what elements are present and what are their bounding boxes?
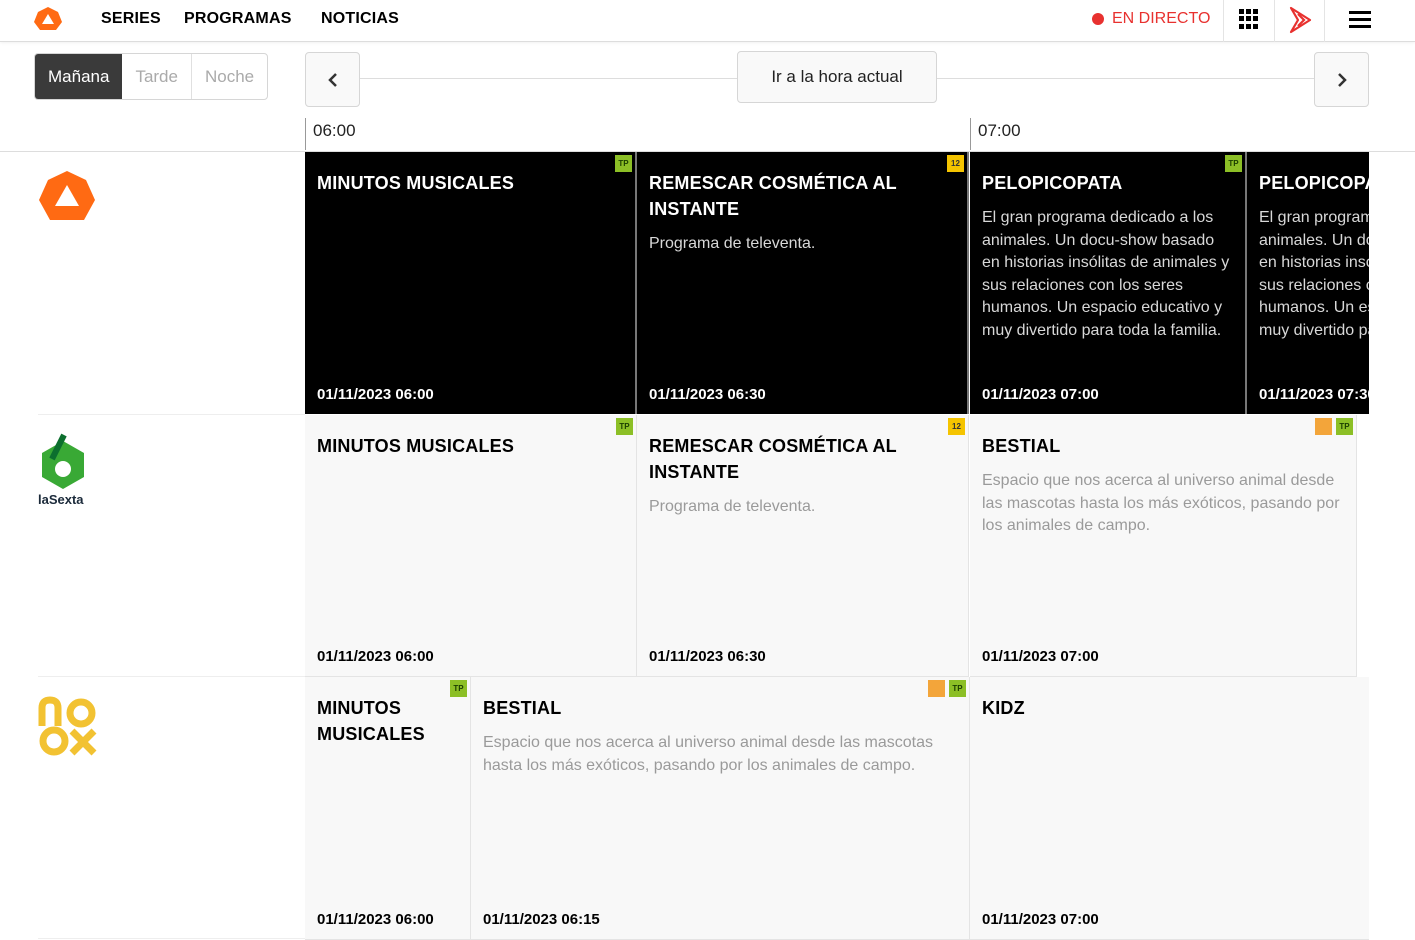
hand-warning-icon xyxy=(928,680,945,697)
rating-tp-badge: TP xyxy=(1225,155,1242,172)
program-description: Espacio que nos acerca al universo anima… xyxy=(483,734,934,774)
hand-warning-icon xyxy=(1315,418,1332,435)
program-card[interactable]: 12 REMESCAR COSMÉTICA AL INSTANTE Progra… xyxy=(637,415,969,677)
rating-tp-badge: TP xyxy=(616,418,633,435)
chevron-right-icon xyxy=(1337,72,1347,87)
lasexta-six-icon xyxy=(42,433,84,489)
divider xyxy=(1274,0,1275,42)
nav-programas[interactable]: PROGRAMAS xyxy=(184,10,292,28)
program-card[interactable]: TP MINUTOS MUSICALES 01/11/2023 06:00 xyxy=(305,415,637,677)
program-time: 01/11/2023 06:00 xyxy=(317,911,434,928)
apps-grid-icon[interactable] xyxy=(1239,9,1259,29)
program-title: PELOPICOPATA xyxy=(982,173,1123,193)
rating-tp-badge: TP xyxy=(1336,418,1353,435)
neox-channel-logo[interactable] xyxy=(38,696,98,758)
program-card[interactable]: TP BESTIAL Espacio que nos acerca al uni… xyxy=(970,415,1357,677)
current-time-button[interactable]: Ir a la hora actual xyxy=(737,51,937,103)
program-title: BESTIAL xyxy=(483,698,562,718)
lasexta-logo-text: laSexta xyxy=(38,492,84,507)
program-time: 01/11/2023 06:30 xyxy=(649,386,766,403)
rating-12-badge: 12 xyxy=(947,155,964,172)
live-dot-icon xyxy=(1092,13,1104,25)
program-description: El gran programa dedicado a los animales… xyxy=(982,209,1230,339)
nav-series[interactable]: SERIES xyxy=(101,10,161,28)
program-description: Programa de televenta. xyxy=(649,235,816,252)
atresplayer-icon[interactable] xyxy=(1287,6,1313,34)
program-card[interactable]: TP MINUTOS MUSICALES 01/11/2023 06:00 xyxy=(305,677,471,940)
program-title: MINUTOS MUSICALES xyxy=(317,698,425,744)
row-divider xyxy=(38,938,305,939)
program-title: KIDZ xyxy=(982,698,1025,718)
rating-tp-badge: TP xyxy=(615,155,632,172)
program-title: MINUTOS MUSICALES xyxy=(317,173,515,193)
previous-button[interactable] xyxy=(305,52,360,107)
divider xyxy=(1223,0,1224,42)
row-divider xyxy=(38,676,305,677)
antena3-logo-icon[interactable] xyxy=(33,6,63,32)
nav-noticias[interactable]: NOTICIAS xyxy=(321,10,399,28)
program-card[interactable]: 12 REMESCAR COSMÉTICA AL INSTANTE Progra… xyxy=(637,152,969,414)
program-time: 01/11/2023 06:15 xyxy=(483,911,600,928)
program-time: 01/11/2023 06:00 xyxy=(317,648,434,665)
program-title: BESTIAL xyxy=(982,436,1061,456)
program-time: 01/11/2023 07:00 xyxy=(982,911,1099,928)
program-card[interactable]: TP BESTIAL Espacio que nos acerca al uni… xyxy=(471,677,970,940)
program-time: 01/11/2023 06:30 xyxy=(649,648,766,665)
lasexta-channel-logo[interactable]: laSexta xyxy=(38,433,98,507)
rating-12-badge: 12 xyxy=(948,418,965,435)
program-time: 01/11/2023 07:00 xyxy=(982,386,1099,403)
divider xyxy=(1324,0,1325,42)
program-card[interactable]: TP PELOPICOPATA El gran programa dedicad… xyxy=(970,152,1247,414)
program-title: REMESCAR COSMÉTICA AL INSTANTE xyxy=(649,436,897,482)
live-label: EN DIRECTO xyxy=(1112,10,1211,27)
program-card[interactable]: PELOPICOPATA El gran programa dedicado a… xyxy=(1247,152,1369,414)
program-title: PELOPICOPATA xyxy=(1259,173,1369,193)
top-navigation: SERIES PROGRAMAS NOTICIAS EN DIRECTO xyxy=(0,0,1415,42)
hamburger-menu-icon[interactable] xyxy=(1349,11,1371,29)
tab-tarde[interactable]: Tarde xyxy=(122,54,191,99)
program-card[interactable]: KIDZ 01/11/2023 07:00 xyxy=(970,677,1369,940)
row-divider xyxy=(38,414,305,415)
hour-tick xyxy=(970,118,971,150)
program-card[interactable]: TP MINUTOS MUSICALES 01/11/2023 06:00 xyxy=(305,152,637,414)
hour-tick xyxy=(305,118,306,150)
program-description: El gran programa dedicado a los animales… xyxy=(1259,209,1369,339)
hour-label: 07:00 xyxy=(978,121,1021,140)
next-button[interactable] xyxy=(1314,52,1369,107)
tab-noche[interactable]: Noche xyxy=(190,54,267,99)
program-time: 01/11/2023 07:30 xyxy=(1259,386,1369,403)
rating-tp-badge: TP xyxy=(949,680,966,697)
chevron-left-icon xyxy=(327,72,337,87)
program-title: REMESCAR COSMÉTICA AL INSTANTE xyxy=(649,173,897,219)
program-title: MINUTOS MUSICALES xyxy=(317,436,515,456)
hour-label: 06:00 xyxy=(313,121,356,140)
rating-tp-badge: TP xyxy=(450,680,467,697)
antena3-channel-logo[interactable] xyxy=(38,170,96,222)
time-of-day-selector: Mañana Tarde Noche xyxy=(34,53,269,100)
program-description: Programa de televenta. xyxy=(649,498,816,515)
program-time: 01/11/2023 06:00 xyxy=(317,386,434,403)
live-link[interactable]: EN DIRECTO xyxy=(1092,10,1210,28)
program-time: 01/11/2023 07:00 xyxy=(982,648,1099,665)
tab-manana[interactable]: Mañana xyxy=(35,54,123,99)
program-description: Espacio que nos acerca al universo anima… xyxy=(982,472,1340,534)
